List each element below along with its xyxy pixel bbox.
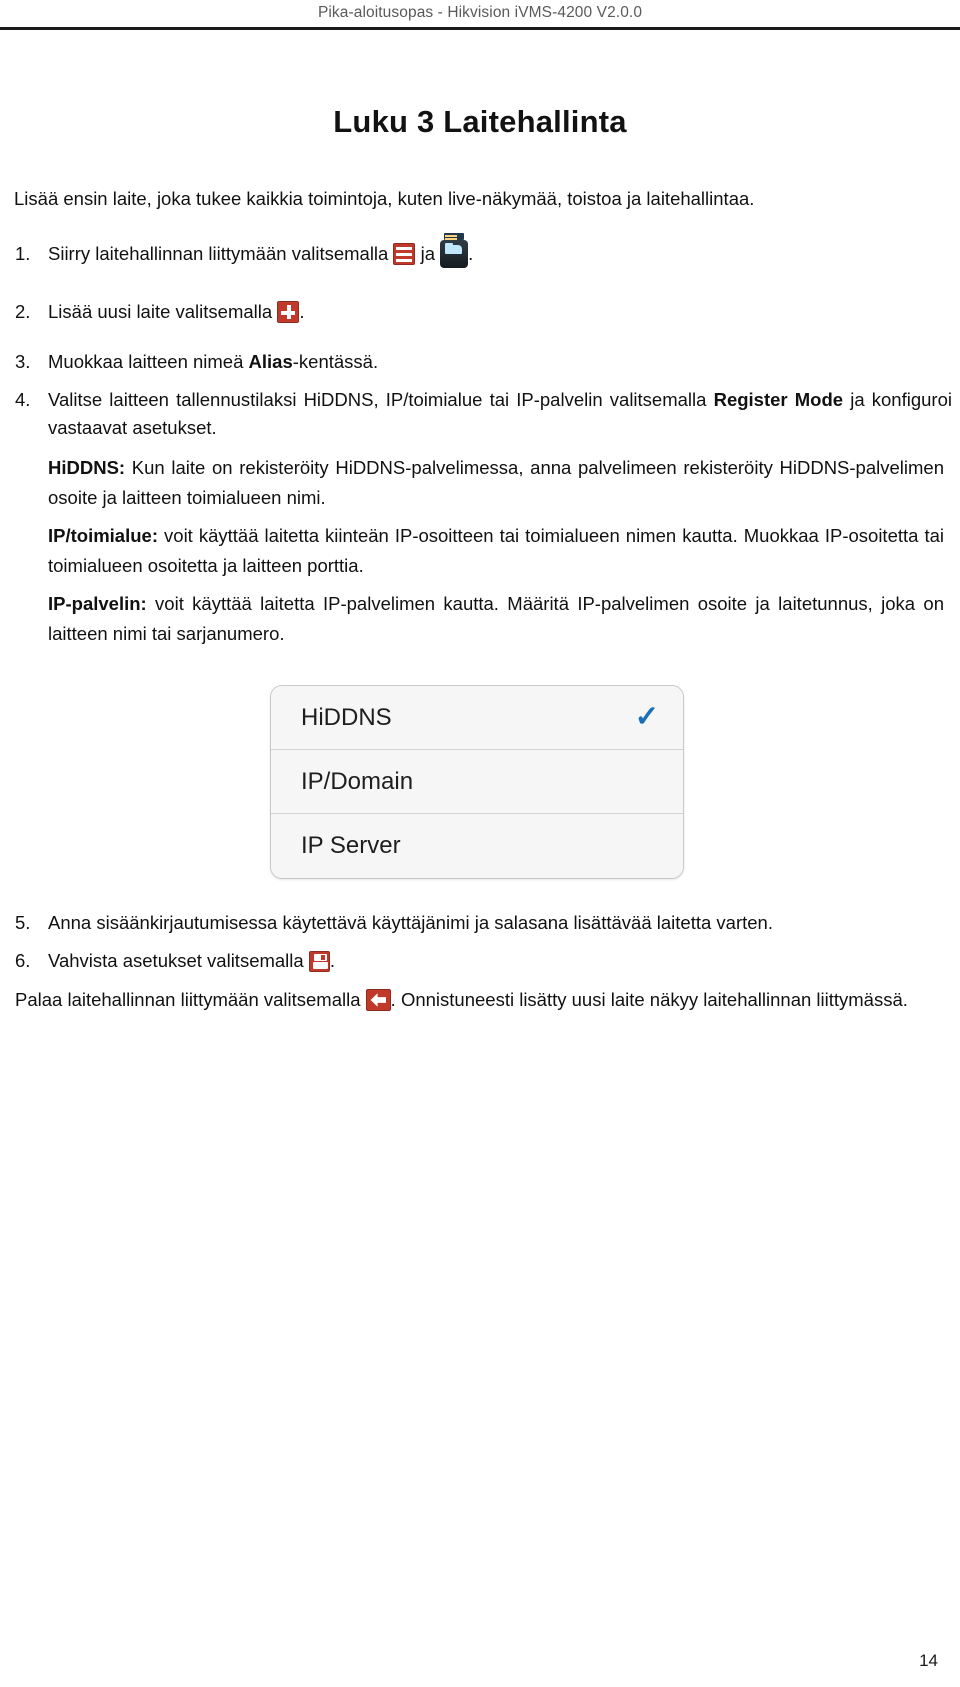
step-text-2-after: . <box>299 301 305 323</box>
document-running-header: Pika-aloitusopas - Hikvision iVMS-4200 V… <box>0 0 960 28</box>
step-item-4: 4. Valitse laitteen tallennustilaksi HiD… <box>8 386 952 442</box>
picker-option-hiddns[interactable]: HiDDNS ✓ <box>271 686 683 751</box>
picker-option-label: HiDDNS <box>301 703 392 731</box>
step-text-2: Lisää uusi laite valitsemalla <box>48 301 273 323</box>
register-mode-hiddns: HiDDNS: Kun laite on rekisteröity HiDDNS… <box>8 453 952 513</box>
step-text-1-middle: ja <box>420 243 436 265</box>
step-number-5: 5. <box>15 912 31 934</box>
register-mode-ipserver-body: voit käyttää laitetta IP-palvelimen kaut… <box>48 593 944 645</box>
step-item-6: 6. Vahvista asetukset valitsemalla . <box>8 947 952 975</box>
picker-option-ipserver[interactable]: IP Server <box>271 814 683 879</box>
page-content: Luku 3 Laitehallinta Lisää ensin laite, … <box>0 44 960 1015</box>
step-item-3: 3. Muokkaa laitteen nimeä Alias-kentässä… <box>8 348 952 376</box>
register-mode-ipdomain-body: voit käyttää laitetta kiinteän IP-osoitt… <box>48 525 944 577</box>
closing-text-after: . Onnistuneesti lisätty uusi laite näkyy… <box>390 988 908 1010</box>
page-title: Luku 3 Laitehallinta <box>333 104 627 139</box>
step-text-4: Valitse laitteen tallennustilaksi HiDDNS… <box>48 388 714 410</box>
register-mode-ipdomain-label: IP/toimialue: <box>48 525 158 547</box>
step-item-2: 2. Lisää uusi laite valitsemalla . <box>8 298 952 326</box>
step-item-5: 5. Anna sisäänkirjautumisessa käytettävä… <box>8 909 952 937</box>
register-mode-picker[interactable]: HiDDNS ✓ IP/Domain IP Server <box>270 685 684 880</box>
step-text-5: Anna sisäänkirjautumisessa käytettävä kä… <box>48 912 773 934</box>
steps-list: 1. Siirry laitehallinnan liittymään vali… <box>8 233 952 442</box>
step-4-bold-term: Register Mode <box>713 388 844 410</box>
step-number-4: 4. <box>15 388 31 410</box>
register-mode-hiddns-body: Kun laite on rekisteröity HiDDNS-palveli… <box>48 457 944 509</box>
register-mode-hiddns-label: HiDDNS: <box>48 457 126 479</box>
step-text-1: Siirry laitehallinnan liittymään valitse… <box>48 243 389 265</box>
register-mode-ipdomain: IP/toimialue: voit käyttää laitetta kiin… <box>8 521 952 581</box>
menu-icon[interactable] <box>393 243 416 266</box>
save-icon[interactable] <box>308 950 330 972</box>
step-3-bold-term: Alias <box>248 351 293 373</box>
step-number-3: 3. <box>15 351 31 373</box>
picker-option-ipdomain[interactable]: IP/Domain <box>271 750 683 815</box>
steps-list-continued: 5. Anna sisäänkirjautumisessa käytettävä… <box>8 909 952 975</box>
step-number-6: 6. <box>15 949 31 971</box>
device-management-icon[interactable] <box>440 233 469 269</box>
back-arrow-icon[interactable] <box>365 988 391 1011</box>
page-number: 14 <box>919 1651 938 1670</box>
step-item-1: 1. Siirry laitehallinnan liittymään vali… <box>8 233 952 269</box>
step-text-3: Muokkaa laitteen nimeä <box>48 351 249 373</box>
closing-paragraph: Palaa laitehallinnan liittymään valitsem… <box>8 985 952 1015</box>
step-number-1: 1. <box>15 243 31 265</box>
picker-option-label: IP/Domain <box>301 767 414 795</box>
chapter-intro-paragraph: Lisää ensin laite, joka tukee kaikkia to… <box>14 188 755 209</box>
closing-text-before: Palaa laitehallinnan liittymään valitsem… <box>15 988 361 1010</box>
step-text-3-after: -kentässä. <box>292 351 379 373</box>
plus-icon[interactable] <box>277 301 300 324</box>
step-text-6-after: . <box>329 949 335 971</box>
step-number-2: 2. <box>15 301 31 323</box>
register-mode-ipserver: IP-palvelin: voit käyttää laitetta IP-pa… <box>8 589 952 649</box>
step-text-1-after: . <box>468 243 474 265</box>
picker-option-label: IP Server <box>301 832 401 860</box>
header-divider-rule <box>0 27 960 30</box>
checkmark-icon: ✓ <box>634 701 659 734</box>
step-text-6: Vahvista asetukset valitsemalla <box>48 949 304 971</box>
register-mode-ipserver-label: IP-palvelin: <box>48 593 147 615</box>
running-head-text: Pika-aloitusopas - Hikvision iVMS-4200 V… <box>317 4 643 21</box>
